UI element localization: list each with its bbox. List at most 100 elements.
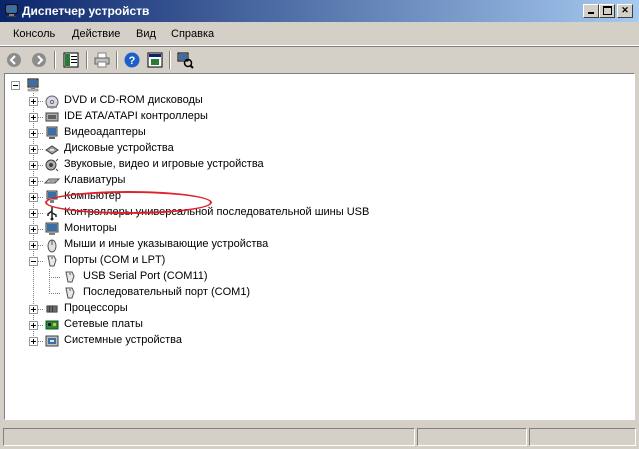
- status-panel: [529, 428, 636, 446]
- properties-icon[interactable]: [62, 51, 80, 69]
- tree-category[interactable]: Дисковые устройства: [5, 141, 625, 157]
- tree-category[interactable]: Мыши и иные указывающие устройства: [5, 237, 625, 253]
- expand-icon[interactable]: [29, 241, 38, 250]
- tree-category[interactable]: Процессоры: [5, 301, 625, 317]
- tree-category-label: DVD и CD-ROM дисководы: [64, 94, 203, 106]
- tree-line: [38, 133, 43, 134]
- tree-line: [38, 165, 43, 166]
- tree-category[interactable]: Системные устройства: [5, 333, 625, 349]
- collapse-icon[interactable]: [29, 257, 38, 266]
- menu-console[interactable]: Консоль: [13, 28, 55, 40]
- device-tree[interactable]: DVD и CD-ROM дисководы IDE ATA/ATAPI конт…: [4, 73, 635, 420]
- tree-line: [38, 229, 43, 230]
- back-icon[interactable]: [5, 51, 23, 69]
- tree-category[interactable]: Порты (COM и LPT): [5, 253, 625, 269]
- maximize-icon: [602, 6, 612, 15]
- expand-icon[interactable]: [29, 129, 38, 138]
- tree-device-label: USB Serial Port (COM11): [83, 270, 208, 282]
- forward-icon[interactable]: [30, 51, 48, 69]
- toolbar-separator: [116, 51, 118, 69]
- tree-line: [38, 309, 43, 310]
- minimize-icon: [588, 12, 594, 14]
- tree-root[interactable]: [5, 77, 45, 93]
- tree-category-label: Клавиатуры: [64, 174, 126, 186]
- ide-controller-icon: [45, 112, 59, 122]
- expand-icon[interactable]: [29, 177, 38, 186]
- tree-category-label: Системные устройства: [64, 334, 183, 346]
- port-icon: [47, 255, 57, 267]
- expand-icon[interactable]: [29, 337, 38, 346]
- port-icon: [65, 287, 75, 299]
- tree-category-label: Порты (COM и LPT): [64, 254, 166, 266]
- tree-category-label: Дисковые устройства: [64, 142, 174, 154]
- expand-icon[interactable]: [29, 321, 38, 330]
- system-device-icon: [45, 335, 59, 347]
- status-bar: [0, 424, 639, 449]
- menu-view[interactable]: Вид: [136, 28, 156, 40]
- toolbar-separator: [86, 51, 88, 69]
- tree-line: [38, 101, 43, 102]
- expand-icon[interactable]: [29, 193, 38, 202]
- expand-icon[interactable]: [29, 113, 38, 122]
- toolbar-separator: [54, 51, 56, 69]
- title-bar[interactable]: Диспетчер устройств ✕: [0, 0, 639, 22]
- expand-icon[interactable]: [29, 305, 38, 314]
- tree-category[interactable]: Сетевые платы: [5, 317, 625, 333]
- close-button[interactable]: ✕: [617, 4, 633, 18]
- expand-icon[interactable]: [29, 161, 38, 170]
- tree-category[interactable]: Клавиатуры: [5, 173, 625, 189]
- tree-line: [38, 149, 43, 150]
- menu-help[interactable]: Справка: [171, 28, 214, 40]
- tree-line: [49, 277, 61, 278]
- tree-category-label: Звуковые, видео и игровые устройства: [64, 158, 264, 170]
- menu-bar: Консоль Действие Вид Справка: [0, 23, 639, 46]
- tree-category[interactable]: DVD и CD-ROM дисководы: [5, 93, 625, 109]
- print-icon[interactable]: [93, 51, 111, 69]
- view-icon[interactable]: [146, 51, 164, 69]
- tree-line: [38, 245, 43, 246]
- expand-icon[interactable]: [29, 145, 38, 154]
- close-icon: ✕: [621, 5, 629, 15]
- tree-line: [38, 325, 43, 326]
- help-icon[interactable]: ?: [123, 51, 141, 69]
- port-icon: [65, 271, 75, 283]
- network-card-icon: [45, 320, 59, 330]
- collapse-icon[interactable]: [11, 81, 20, 90]
- toolbar-separator: [169, 51, 171, 69]
- computer-root-icon: [27, 78, 39, 92]
- tree-device-label: Последовательный порт (COM1): [83, 286, 251, 298]
- tree-line: [38, 197, 43, 198]
- minimize-button[interactable]: [583, 4, 599, 18]
- expand-icon[interactable]: [29, 209, 38, 218]
- tree-category[interactable]: Звуковые, видео и игровые устройства: [5, 157, 625, 173]
- expand-icon[interactable]: [29, 225, 38, 234]
- sound-icon: [45, 158, 59, 172]
- tree-line: [49, 293, 61, 294]
- tree-category-label: Видеоадаптеры: [64, 126, 146, 138]
- status-panel: [3, 428, 415, 446]
- device-manager-window: Диспетчер устройств ✕ Консоль Действие В…: [0, 0, 639, 449]
- tree-line: [38, 181, 43, 182]
- tree-line: [38, 117, 43, 118]
- menu-action[interactable]: Действие: [72, 28, 120, 40]
- processor-icon: [46, 305, 58, 313]
- tree-category[interactable]: Видеоадаптеры: [5, 125, 625, 141]
- mouse-icon: [47, 239, 57, 253]
- keyboard-icon: [44, 178, 60, 184]
- tree-category[interactable]: IDE ATA/ATAPI контроллеры: [5, 109, 625, 125]
- tree-category-label: Процессоры: [64, 302, 128, 314]
- svg-text:?: ?: [129, 55, 136, 67]
- device-manager-icon: [5, 4, 18, 17]
- status-panel: [417, 428, 527, 446]
- tree-device[interactable]: Последовательный порт (COM1): [5, 285, 625, 301]
- display-adapter-icon: [46, 126, 58, 139]
- expand-icon[interactable]: [29, 97, 38, 106]
- scan-hardware-icon[interactable]: [176, 51, 194, 69]
- tree-line: [38, 341, 43, 342]
- tree-category-label: Мониторы: [64, 222, 117, 234]
- tree-category[interactable]: Мониторы: [5, 221, 625, 237]
- maximize-button[interactable]: [599, 4, 615, 18]
- window-title: Диспетчер устройств: [22, 4, 150, 18]
- toolbar: ?: [0, 46, 639, 73]
- tree-device[interactable]: USB Serial Port (COM11): [5, 269, 625, 285]
